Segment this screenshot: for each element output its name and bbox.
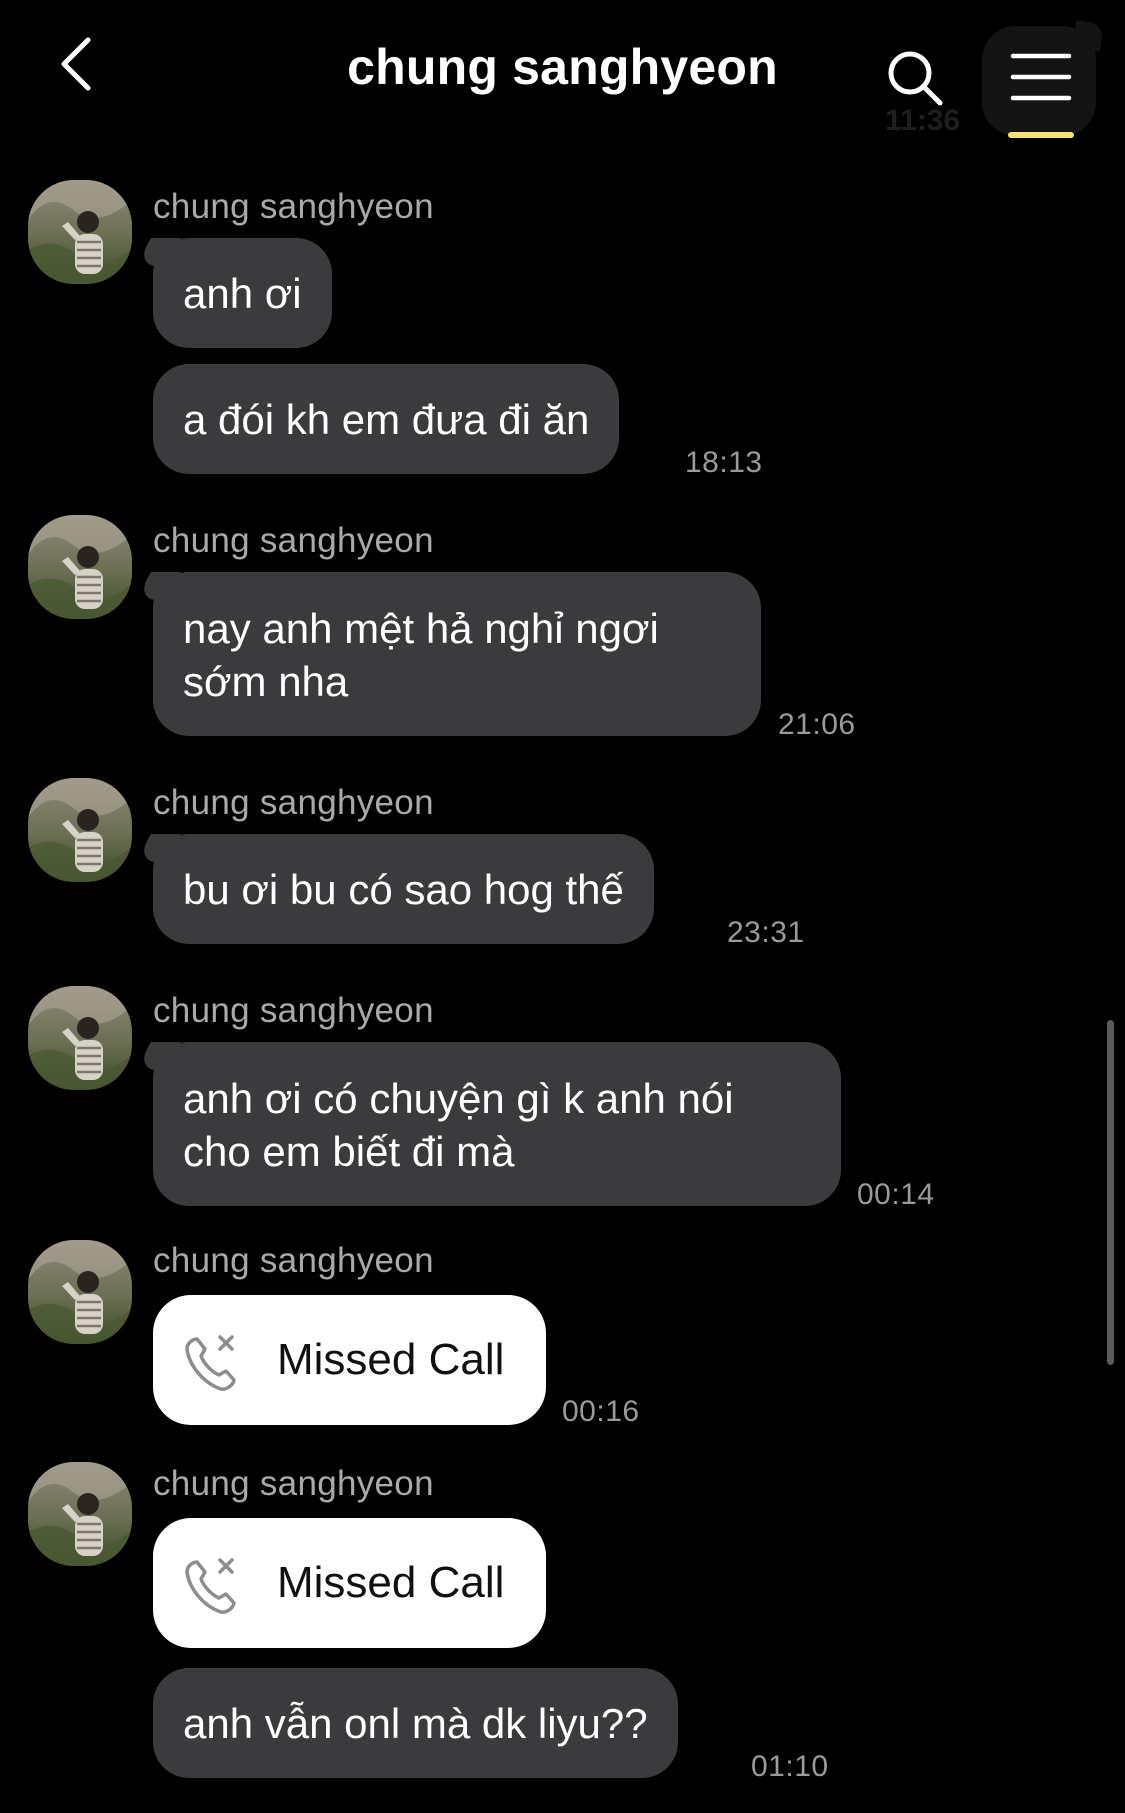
message-bubble[interactable]: anh vẫn onl mà dk liyu?? [153, 1668, 678, 1778]
scrollbar[interactable] [1107, 1020, 1114, 1365]
menu-button[interactable] [982, 20, 1104, 138]
chat-title: chung sanghyeon [347, 39, 778, 95]
message-bubble[interactable]: anh ơi có chuyện gì k anh nói cho em biế… [153, 1042, 841, 1206]
search-button[interactable] [885, 48, 947, 110]
sender-name: chung sanghyeon [153, 521, 434, 560]
message-time: 01:10 [751, 1750, 829, 1783]
avatar[interactable] [28, 778, 132, 882]
sender-name: chung sanghyeon [153, 1464, 434, 1503]
menu-accent-line [1008, 132, 1074, 138]
message-bubble[interactable]: anh ơi [153, 238, 332, 348]
avatar[interactable] [28, 1462, 132, 1566]
hamburger-menu-icon [1010, 53, 1072, 101]
message-bubble[interactable]: bu ơi bu có sao hog thế [153, 834, 654, 944]
missed-call-icon [185, 1335, 236, 1391]
message-time: 21:06 [778, 708, 856, 741]
avatar[interactable] [28, 515, 132, 619]
missed-call-icon [185, 1558, 236, 1614]
avatar[interactable] [28, 1240, 132, 1344]
avatar[interactable] [28, 986, 132, 1090]
chat-screen: chung sanghyeon 11:36 chung sanghyeon an… [0, 0, 1125, 1813]
sender-name: chung sanghyeon [153, 783, 434, 822]
missed-call-label: Missed Call [277, 1558, 505, 1607]
missed-call-bubble[interactable]: Missed Call [153, 1295, 546, 1425]
missed-call-bubble[interactable]: Missed Call [153, 1518, 546, 1648]
sender-name: chung sanghyeon [153, 187, 434, 226]
message-time: 18:13 [685, 446, 763, 479]
message-bubble[interactable]: a đói kh em đưa đi ăn [153, 364, 620, 474]
missed-call-label: Missed Call [277, 1335, 505, 1384]
message-bubble[interactable]: nay anh mệt hả nghỉ ngơi sớm nha [153, 572, 761, 736]
avatar[interactable] [28, 180, 132, 284]
sender-name: chung sanghyeon [153, 1241, 434, 1280]
chat-header: chung sanghyeon 11:36 [0, 0, 1125, 140]
search-icon [888, 51, 943, 106]
sender-name: chung sanghyeon [153, 991, 434, 1030]
message-time: 00:16 [562, 1395, 640, 1428]
message-time: 23:31 [727, 916, 805, 949]
message-time: 00:14 [857, 1178, 935, 1211]
